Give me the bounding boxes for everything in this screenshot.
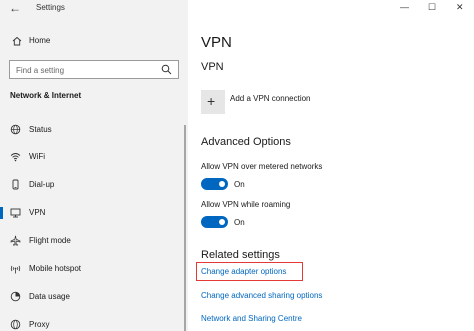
sidebar-item-label: WiFi (29, 152, 45, 161)
sidebar-item-label: Proxy (29, 320, 50, 329)
sidebar-item-label: Mobile hotspot (29, 264, 82, 273)
advanced-options-title: Advanced Options (201, 136, 291, 148)
proxy-globe-icon (10, 319, 21, 330)
roaming-toggle-state: On (234, 218, 245, 227)
back-arrow-icon[interactable]: ← (9, 2, 21, 14)
sidebar-item-proxy[interactable]: Proxy (0, 316, 188, 331)
sidebar-item-label: Home (29, 36, 51, 45)
hotspot-icon (10, 265, 21, 274)
search-box[interactable] (9, 60, 179, 79)
airplane-icon (10, 235, 21, 246)
change-adapter-options-link[interactable]: Change adapter options (201, 267, 286, 276)
toggle-knob (219, 181, 225, 187)
dialup-phone-icon (12, 179, 19, 190)
metered-networks-toggle[interactable] (201, 178, 228, 190)
active-indicator (0, 207, 3, 219)
close-button[interactable]: ✕ (456, 2, 464, 12)
vpn-section-title: VPN (201, 61, 224, 73)
network-sharing-centre-link[interactable]: Network and Sharing Centre (201, 314, 302, 323)
vpn-icon (10, 208, 21, 218)
sidebar-item-label: VPN (29, 208, 46, 217)
minimize-button[interactable]: — (400, 2, 409, 12)
maximize-button[interactable]: ☐ (428, 2, 436, 12)
data-usage-icon (10, 291, 21, 302)
sidebar-item-label: Data usage (29, 292, 70, 301)
sidebar-item-wifi[interactable]: WiFi (0, 148, 188, 166)
sidebar-item-mobile-hotspot[interactable]: Mobile hotspot (0, 260, 188, 278)
metered-toggle-state: On (234, 180, 245, 189)
sidebar-item-dialup[interactable]: Dial-up (0, 176, 188, 194)
title-bar: ← Settings (0, 0, 188, 18)
main-content: — ☐ ✕ VPN VPN + Add a VPN connection Adv… (188, 0, 474, 331)
home-icon (12, 36, 22, 46)
search-icon[interactable] (161, 64, 172, 75)
roaming-toggle[interactable] (201, 216, 228, 228)
sidebar-item-label: Status (29, 125, 52, 134)
sidebar: ← Settings Home Network & Internet Statu… (0, 0, 188, 331)
related-settings-title: Related settings (201, 249, 280, 261)
sidebar-item-flight-mode[interactable]: Flight mode (0, 232, 188, 250)
metered-networks-label: Allow VPN over metered networks (201, 162, 323, 171)
add-vpn-connection-button[interactable]: + Add a VPN connection (201, 90, 401, 114)
status-globe-icon (10, 124, 21, 135)
app-title: Settings (36, 3, 65, 12)
search-input[interactable] (16, 64, 156, 76)
sidebar-item-label: Dial-up (29, 180, 55, 189)
sidebar-section-title: Network & Internet (10, 91, 82, 100)
change-advanced-sharing-link[interactable]: Change advanced sharing options (201, 291, 322, 300)
window-controls: — ☐ ✕ (384, 0, 474, 16)
sidebar-item-label: Flight mode (29, 236, 71, 245)
sidebar-item-data-usage[interactable]: Data usage (0, 288, 188, 306)
add-vpn-label: Add a VPN connection (230, 94, 311, 103)
plus-icon: + (201, 90, 225, 114)
sidebar-item-vpn[interactable]: VPN (0, 204, 188, 222)
page-title: VPN (201, 34, 232, 51)
sidebar-scrollbar[interactable] (184, 125, 186, 331)
sidebar-item-status[interactable]: Status (0, 121, 188, 139)
wifi-icon (10, 153, 21, 162)
toggle-knob (219, 219, 225, 225)
roaming-label: Allow VPN while roaming (201, 200, 291, 209)
sidebar-item-home[interactable]: Home (0, 34, 188, 50)
